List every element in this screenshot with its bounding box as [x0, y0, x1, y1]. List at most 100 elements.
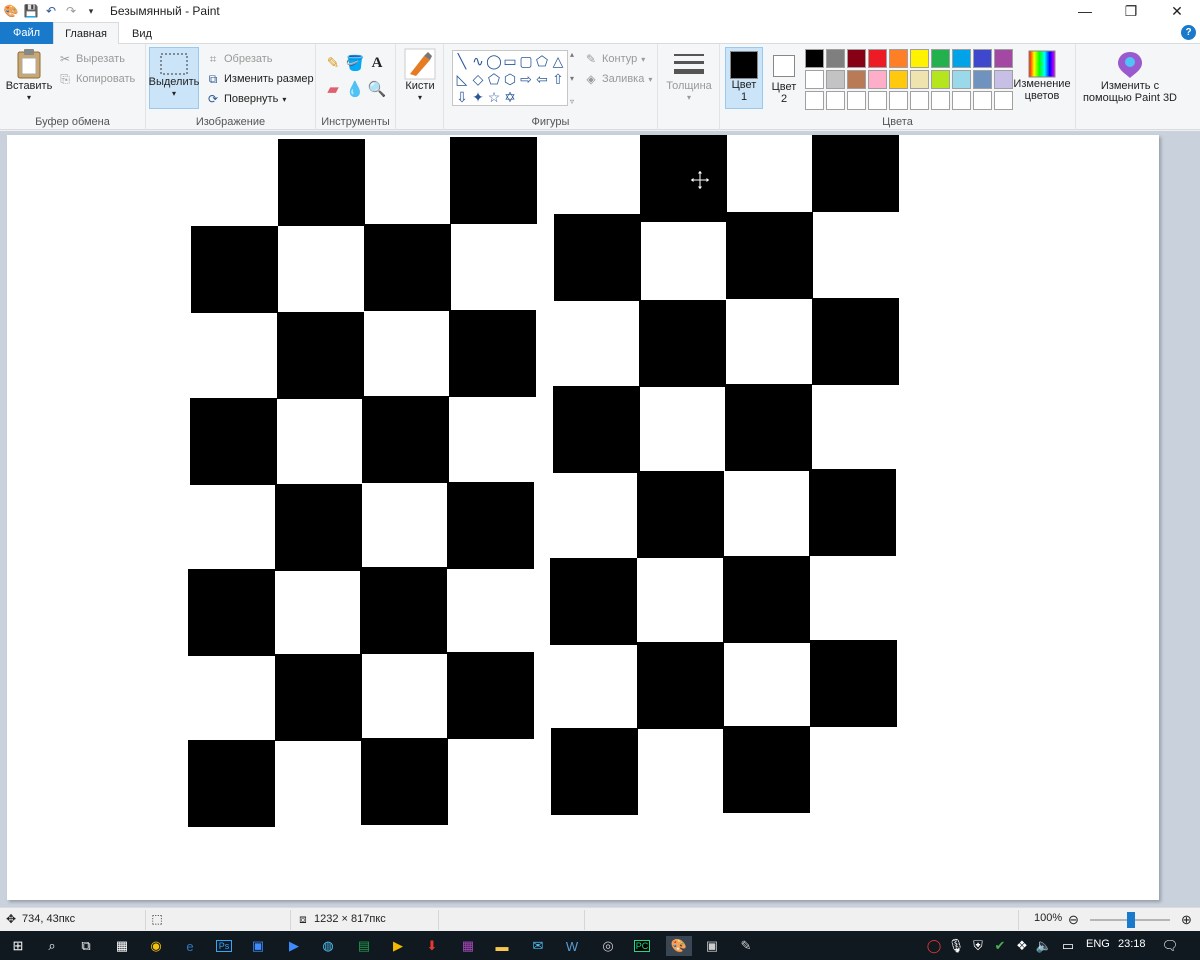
color-swatch[interactable] — [847, 70, 866, 89]
copy-button[interactable]: ⎘ Копировать — [58, 72, 135, 86]
color-swatch[interactable] — [889, 70, 908, 89]
gallery-expand-icon[interactable]: ▿ — [570, 97, 578, 106]
line-shape-icon[interactable]: ╲ — [454, 52, 470, 70]
taskbar-gallery[interactable]: ▦ — [458, 936, 478, 956]
color-swatch[interactable] — [952, 70, 971, 89]
rounded-rectangle-shape-icon[interactable]: ▢ — [518, 52, 534, 70]
rectangle-shape-icon[interactable]: ▭ — [502, 52, 518, 70]
zoom-out-button[interactable]: ⊖ — [1068, 912, 1079, 928]
color-swatch[interactable] — [910, 49, 929, 68]
taskbar-disc-app[interactable]: ◎ — [598, 936, 618, 956]
color-swatch[interactable] — [847, 91, 866, 110]
taskbar-video[interactable]: ▶ — [388, 936, 408, 956]
color-swatch[interactable] — [805, 91, 824, 110]
left-arrow-shape-icon[interactable]: ⇦ — [534, 70, 550, 88]
taskbar-paint[interactable]: 🎨 — [666, 936, 692, 956]
scroll-up-icon[interactable]: ▴ — [570, 50, 578, 59]
color-swatch[interactable] — [826, 70, 845, 89]
taskbar-photoshop[interactable]: Ps — [214, 936, 234, 956]
up-arrow-shape-icon[interactable]: ⇧ — [550, 70, 566, 88]
color-swatch[interactable] — [868, 49, 887, 68]
redo-icon[interactable]: ↷ — [64, 4, 78, 18]
color-swatch[interactable] — [826, 49, 845, 68]
customize-toolbar-icon[interactable]: ▾ — [84, 4, 98, 18]
tab-view[interactable]: Вид — [119, 22, 165, 45]
triangle-shape-icon[interactable]: △ — [550, 52, 566, 70]
tray-security[interactable]: ⛨ — [968, 936, 988, 956]
color-swatch[interactable] — [805, 70, 824, 89]
pencil-icon[interactable]: ✎ — [326, 55, 340, 72]
hexagon-shape-icon[interactable]: ⬡ — [502, 70, 518, 88]
color-swatch[interactable] — [889, 91, 908, 110]
four-point-star-shape-icon[interactable]: ✦ — [470, 88, 486, 106]
oval-shape-icon[interactable]: ◯ — [486, 52, 502, 70]
select-dropdown-icon[interactable]: ▾ — [172, 88, 176, 100]
color-swatch[interactable] — [910, 91, 929, 110]
paint3d-button[interactable]: Изменить с помощью Paint 3D — [1080, 50, 1180, 104]
curve-shape-icon[interactable]: ∿ — [470, 52, 486, 70]
pentagon-shape-icon[interactable]: ⬠ — [486, 70, 502, 88]
color-swatch[interactable] — [910, 70, 929, 89]
brushes-button[interactable]: Кисти ▾ — [400, 48, 440, 104]
help-icon[interactable]: ? — [1181, 25, 1196, 40]
rotate-button[interactable]: ⟳ Повернуть ▾ — [206, 92, 286, 106]
taskbar-remote[interactable]: ▣ — [702, 936, 722, 956]
color1-button[interactable]: Цвет 1 — [725, 47, 763, 109]
canvas-area[interactable] — [0, 131, 1200, 907]
outline-button[interactable]: ✎ Контур ▾ — [584, 52, 645, 66]
color-swatch[interactable] — [973, 91, 992, 110]
color-swatch[interactable] — [952, 91, 971, 110]
text-tool-icon[interactable]: A — [370, 55, 384, 71]
taskbar-excel[interactable]: ▤ — [354, 936, 374, 956]
tray-notifications[interactable]: 🗨 — [1160, 936, 1180, 956]
crop-button[interactable]: ⌗ Обрезать — [206, 52, 273, 66]
zoom-in-button[interactable]: ⊕ — [1181, 912, 1192, 928]
taskbar-paint-classic[interactable]: ✎ — [736, 936, 756, 956]
tray-dropbox[interactable]: ❖ — [1012, 936, 1032, 956]
tray-clock[interactable]: 23:18 — [1118, 938, 1146, 950]
tray-opera[interactable]: ◯ — [924, 936, 944, 956]
taskbar-calculator[interactable]: ▦ — [112, 936, 132, 956]
paste-dropdown-icon[interactable]: ▾ — [27, 92, 31, 104]
polygon-shape-icon[interactable]: ⬠ — [534, 52, 550, 70]
drawing-canvas[interactable] — [7, 135, 1159, 900]
close-button[interactable]: ✕ — [1154, 0, 1200, 22]
tab-file[interactable]: Файл — [0, 22, 53, 44]
tray-volume[interactable]: 🔈 — [1034, 936, 1054, 956]
fill-button[interactable]: ◈ Заливка ▾ — [584, 72, 652, 86]
five-point-star-shape-icon[interactable]: ☆ — [486, 88, 502, 106]
tray-check[interactable]: ✔ — [990, 936, 1010, 956]
taskbar-media-player[interactable]: ▶ — [284, 936, 304, 956]
tray-language[interactable]: ENG — [1086, 938, 1110, 950]
eraser-icon[interactable]: ▰ — [326, 81, 340, 98]
color-swatch[interactable] — [973, 70, 992, 89]
color-swatch[interactable] — [826, 91, 845, 110]
undo-icon[interactable]: ↶ — [44, 4, 58, 18]
maximize-button[interactable]: ❐ — [1108, 0, 1154, 22]
resize-button[interactable]: ⧉ Изменить размер — [206, 72, 314, 86]
color-swatch[interactable] — [931, 91, 950, 110]
right-arrow-shape-icon[interactable]: ⇨ — [518, 70, 534, 88]
color-swatch[interactable] — [889, 49, 908, 68]
start-button[interactable]: ⊞ — [8, 936, 28, 956]
color-swatch[interactable] — [868, 91, 887, 110]
taskbar-mail[interactable]: ✉ — [528, 936, 548, 956]
tab-home[interactable]: Главная — [53, 22, 119, 45]
fill-bucket-icon[interactable]: 🪣 — [346, 55, 365, 72]
color-swatch[interactable] — [931, 70, 950, 89]
taskbar-chrome[interactable]: ◉ — [146, 936, 166, 956]
shapes-gallery[interactable]: ╲ ∿ ◯ ▭ ▢ ⬠ △ ◺ ◇ ⬠ ⬡ ⇨ ⇦ ⇧ ⇩ ✦ ☆ ✡ — [452, 50, 568, 106]
scroll-down-icon[interactable]: ▾ — [570, 74, 578, 83]
color-swatch[interactable] — [805, 49, 824, 68]
taskbar-edge[interactable]: e — [180, 936, 200, 956]
six-point-star-shape-icon[interactable]: ✡ — [502, 88, 518, 106]
color-swatch[interactable] — [868, 70, 887, 89]
magnifier-icon[interactable]: 🔍 — [368, 81, 387, 98]
color-swatch[interactable] — [952, 49, 971, 68]
color-swatch[interactable] — [973, 49, 992, 68]
down-arrow-shape-icon[interactable]: ⇩ — [454, 88, 470, 106]
shapes-scroll[interactable]: ▴ ▾ ▿ — [570, 50, 578, 106]
tray-network[interactable]: ▭ — [1058, 936, 1078, 956]
color-swatch[interactable] — [847, 49, 866, 68]
edit-colors-button[interactable]: Изменение цветов — [1010, 50, 1074, 102]
